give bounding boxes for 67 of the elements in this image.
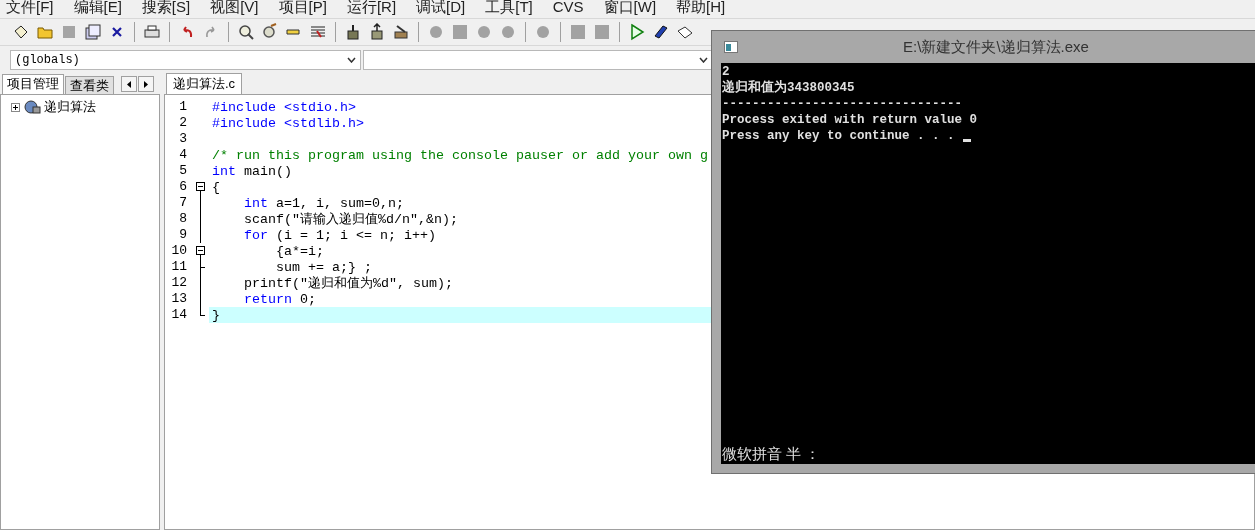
- code-line: /* run this program using the console pauser or add your own g: [212, 148, 708, 163]
- console-text: 递归和值为343800345: [722, 80, 855, 96]
- code-line: {a*=i;: [275, 244, 324, 259]
- menu-item[interactable]: 搜索[S]: [141, 0, 191, 16]
- box-down-icon[interactable]: [344, 23, 362, 41]
- fold-toggle[interactable]: [196, 182, 205, 191]
- code-line: sum += a;} ;: [275, 260, 372, 275]
- console-text: Process exited with return value 0: [722, 112, 978, 128]
- line-number: 3: [178, 131, 187, 147]
- code-line: }: [212, 308, 220, 323]
- triangle-left-icon: [127, 80, 131, 88]
- scroll-left-button[interactable]: [121, 76, 137, 92]
- line-number: 13: [170, 291, 187, 307]
- tree-expander[interactable]: [11, 102, 20, 112]
- menu-item[interactable]: CVS: [552, 0, 584, 16]
- code-line: {: [212, 180, 220, 195]
- scroll-right-button[interactable]: [138, 76, 154, 92]
- line-number: 11: [170, 259, 187, 275]
- code-line: int a=1, i, sum=0,n;: [243, 196, 404, 211]
- line-number: 5: [178, 163, 187, 179]
- console-text: --------------------------------: [722, 96, 963, 112]
- tree-item[interactable]: 递归算法: [44, 97, 96, 117]
- line-number: 14: [170, 307, 187, 323]
- line-number: 8: [178, 211, 187, 227]
- window-title: E:\新建文件夹\递归算法.exe: [902, 36, 1090, 57]
- console-icon: [724, 41, 738, 53]
- code-line: for (i = 1; i <= n; i++): [243, 228, 436, 243]
- menu-item[interactable]: 视图[V]: [210, 0, 259, 16]
- menu-item[interactable]: 文件[F]: [6, 0, 54, 16]
- play-icon[interactable]: [628, 23, 646, 41]
- console-text: Press any key to continue . . .: [722, 128, 955, 144]
- code-line: int main(): [212, 164, 292, 179]
- file-tab[interactable]: 递归算法.c: [166, 73, 243, 94]
- menu-item[interactable]: 项目[P]: [278, 0, 327, 16]
- line-number: 10: [170, 243, 187, 259]
- code-line: printf("递归和值为%d", sum);: [243, 276, 453, 291]
- menu-item[interactable]: 帮助[H]: [676, 0, 726, 16]
- sidebar-tab[interactable]: 查看类: [65, 76, 114, 94]
- menu-item[interactable]: 编辑[E]: [73, 0, 122, 16]
- code-line: #include <stdlib.h>: [212, 116, 364, 131]
- code-line: #include <stdio.h>: [212, 100, 356, 115]
- line-number: 9: [178, 227, 187, 243]
- line-number: 4: [178, 147, 187, 163]
- menu-item[interactable]: 运行[R]: [346, 0, 397, 16]
- sidebar-tab[interactable]: 项目管理: [2, 74, 64, 94]
- menu-item[interactable]: 窗口[W]: [603, 0, 657, 16]
- menu-item[interactable]: 工具[T]: [485, 0, 533, 16]
- code-line: scanf("请输入递归值%d/n",&n);: [243, 212, 458, 227]
- line-number: 7: [178, 195, 187, 211]
- triangle-right-icon: [144, 80, 148, 88]
- code-line: return 0;: [243, 292, 316, 307]
- line-number: 6: [178, 179, 187, 195]
- magnifier-icon[interactable]: [237, 23, 255, 41]
- console-text: 2: [722, 64, 730, 80]
- scope-dropdown[interactable]: (globals): [10, 50, 361, 70]
- line-number: 2: [178, 115, 187, 131]
- menu-item[interactable]: 调试[D]: [416, 0, 466, 16]
- box-up-icon[interactable]: [368, 23, 386, 41]
- project-icon: [23, 99, 41, 115]
- fold-toggle[interactable]: [196, 246, 205, 255]
- line-number: 1: [178, 99, 187, 115]
- chevron-down-icon: [699, 57, 708, 63]
- printer-icon[interactable]: [143, 23, 161, 41]
- text-cursor: [962, 139, 971, 142]
- line-number: 12: [170, 275, 187, 291]
- ime-status: 微软拼音 半 ：: [722, 444, 822, 464]
- chevron-down-icon: [347, 57, 356, 63]
